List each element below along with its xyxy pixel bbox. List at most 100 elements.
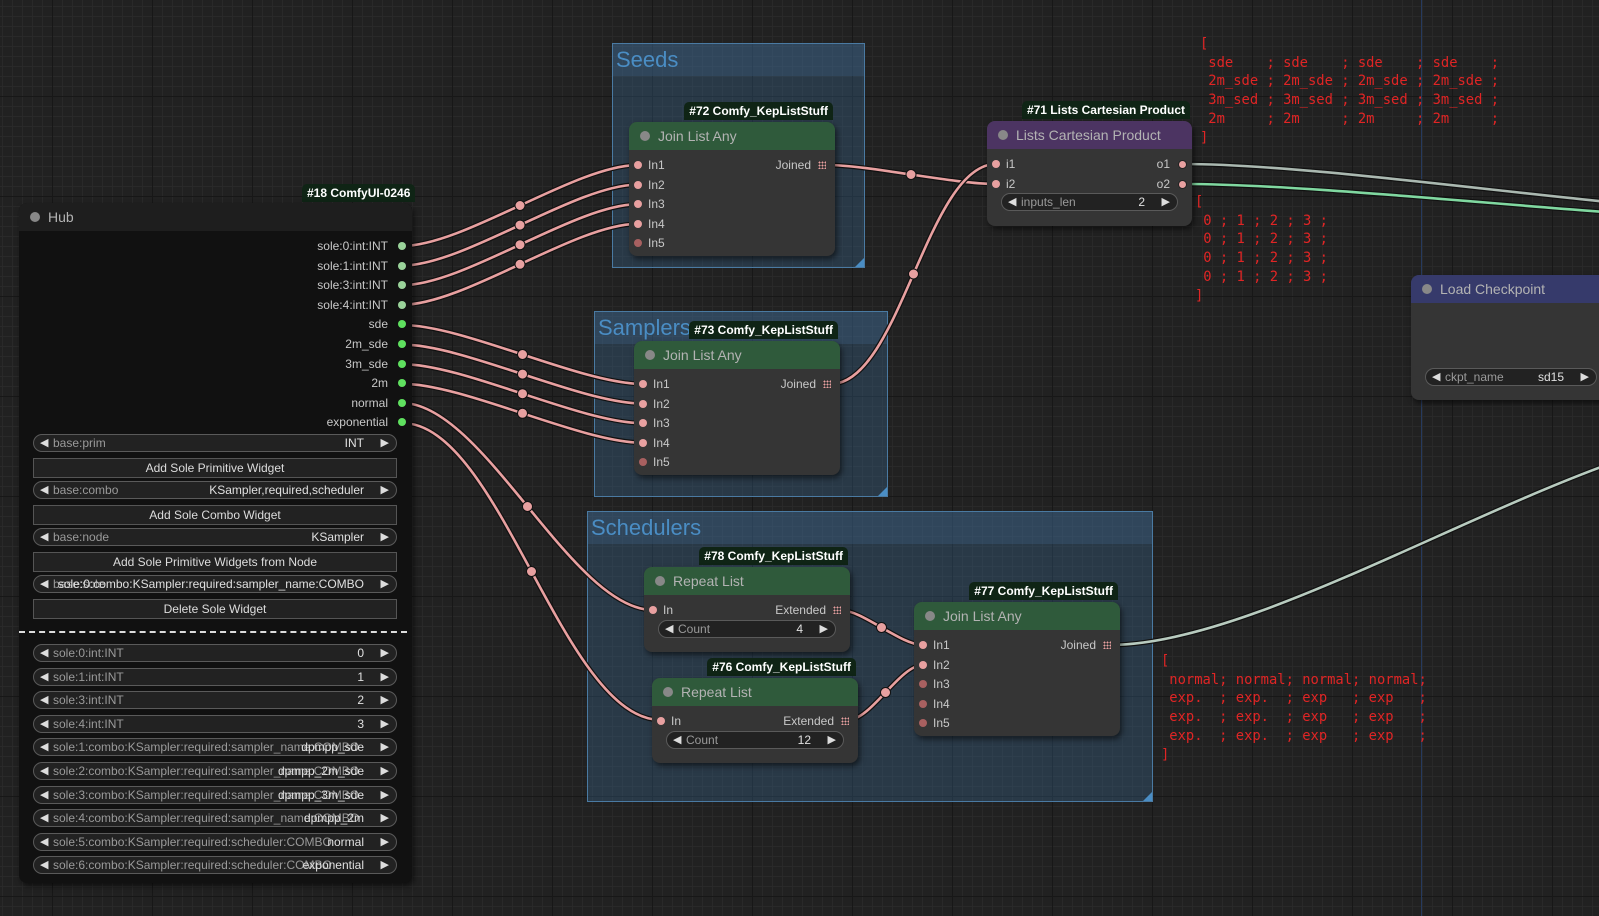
input-dot-icon[interactable] <box>634 161 642 169</box>
node-title-bar[interactable]: Hub <box>19 203 412 231</box>
collapse-dot-icon[interactable] <box>30 212 40 222</box>
link-midpoint-handle[interactable] <box>514 219 526 231</box>
link-samplers-to-cartesian[interactable] <box>830 161 997 387</box>
increment-arrow-icon[interactable]: ▶ <box>381 834 389 850</box>
input-dot-icon[interactable] <box>657 717 665 725</box>
increment-arrow-icon[interactable]: ▶ <box>1162 194 1170 210</box>
link-midpoint-handle[interactable] <box>880 687 891 698</box>
output-dot-icon[interactable] <box>398 261 406 270</box>
widget-7[interactable]: ◀ sole:4:combo:KSampler:required:sampler_… <box>33 809 397 828</box>
widget-8[interactable]: ◀ sole:5:combo:KSampler:required:schedule… <box>33 832 397 851</box>
list-output-grid-icon[interactable] <box>841 717 849 725</box>
node-title-bar[interactable]: Repeat List <box>652 678 858 706</box>
node-title-bar[interactable]: Lists Cartesian Product <box>987 121 1192 149</box>
increment-arrow-icon[interactable]: ▶ <box>381 739 389 755</box>
link-hub-seed-0[interactable] <box>401 162 639 249</box>
collapse-dot-icon[interactable] <box>640 131 650 141</box>
decrement-arrow-icon[interactable]: ◀ <box>665 621 673 637</box>
output-dot-icon[interactable] <box>398 300 406 309</box>
decrement-arrow-icon[interactable]: ◀ <box>1432 369 1440 385</box>
input-dot-icon[interactable] <box>639 380 647 388</box>
decrement-arrow-icon[interactable]: ◀ <box>40 739 48 755</box>
link-path[interactable] <box>1109 430 1599 647</box>
increment-arrow-icon[interactable]: ▶ <box>381 787 389 803</box>
hub-action-button[interactable]: Add Sole Primitive Widgets from Node <box>33 552 397 572</box>
list-output-grid-icon[interactable] <box>1103 641 1111 649</box>
decrement-arrow-icon[interactable]: ◀ <box>40 834 48 850</box>
input-dot-icon[interactable] <box>639 399 647 408</box>
link-midpoint-handle[interactable] <box>514 200 526 211</box>
increment-arrow-icon[interactable]: ▶ <box>381 435 389 451</box>
decrement-arrow-icon[interactable]: ◀ <box>40 669 48 685</box>
decrement-arrow-icon[interactable]: ◀ <box>1008 194 1016 210</box>
input-dot-icon[interactable] <box>919 719 927 728</box>
node-hub[interactable]: Hub sole:0:int:INT sole:1:int:INT sole:3:in… <box>19 203 412 883</box>
widget-1[interactable]: ◀ sole:1:int:INT 1 ▶ <box>33 667 397 686</box>
decrement-arrow-icon[interactable]: ◀ <box>40 529 48 545</box>
widget-2[interactable]: ◀ base:combo KSampler,required,scheduler ▶ <box>33 481 397 499</box>
increment-arrow-icon[interactable]: ▶ <box>820 621 828 637</box>
node-n77[interactable]: Join List Any In1 In2 In3 In4 In5 Joined <box>914 602 1120 736</box>
input-dot-icon[interactable] <box>634 180 642 189</box>
increment-arrow-icon[interactable]: ▶ <box>828 732 836 748</box>
input-dot-icon[interactable] <box>649 606 657 614</box>
input-dot-icon[interactable] <box>992 179 1000 188</box>
node-n72[interactable]: Join List Any In1 In2 In3 In4 In5 Joined <box>629 122 835 256</box>
output-dot-icon[interactable] <box>1178 160 1187 169</box>
increment-arrow-icon[interactable]: ▶ <box>381 692 389 708</box>
node-title-bar[interactable]: Join List Any <box>634 341 840 369</box>
widget-4[interactable]: ◀ base:node KSampler ▶ <box>33 528 397 546</box>
input-dot-icon[interactable] <box>634 200 642 209</box>
increment-arrow-icon[interactable]: ▶ <box>381 763 389 779</box>
link-midpoint-handle[interactable] <box>517 407 528 419</box>
input-dot-icon[interactable] <box>639 438 647 447</box>
input-dot-icon[interactable] <box>919 699 927 708</box>
decrement-arrow-icon[interactable]: ◀ <box>40 482 48 498</box>
node-n73[interactable]: Join List Any In1 In2 In3 In4 In5 Joined <box>634 341 840 475</box>
increment-arrow-icon[interactable]: ▶ <box>381 529 389 545</box>
increment-arrow-icon[interactable]: ▶ <box>381 669 389 685</box>
collapse-dot-icon[interactable] <box>1422 284 1432 294</box>
hub-action-button[interactable]: Delete Sole Widget <box>33 599 397 619</box>
increment-arrow-icon[interactable]: ▶ <box>381 810 389 826</box>
node-title-bar[interactable]: Repeat List <box>644 567 850 595</box>
link-midpoint-handle[interactable] <box>908 268 919 280</box>
decrement-arrow-icon[interactable]: ◀ <box>40 576 48 592</box>
widget-6[interactable]: ◀ sole:3:combo:KSampler:required:sampler_… <box>33 785 397 804</box>
link-midpoint-handle[interactable] <box>876 622 887 633</box>
link-midpoint-handle[interactable] <box>517 388 528 400</box>
widget-9[interactable]: ◀ sole:6:combo:KSampler:required:schedule… <box>33 856 397 875</box>
widget-5[interactable]: ◀ sole:2:combo:KSampler:required:sampler_… <box>33 762 397 780</box>
input-dot-icon[interactable] <box>919 660 927 669</box>
output-dot-icon[interactable] <box>398 281 406 290</box>
list-output-grid-icon[interactable] <box>818 161 826 169</box>
link-repeat78-to-join[interactable] <box>839 607 924 648</box>
collapse-dot-icon[interactable] <box>645 350 655 360</box>
widget-4[interactable]: ◀ sole:1:combo:KSampler:required:sampler_… <box>33 738 397 757</box>
widget-widget[interactable]: ◀ ckpt_name sd15 ▶ <box>1425 368 1597 386</box>
increment-arrow-icon[interactable]: ▶ <box>381 857 389 873</box>
increment-arrow-icon[interactable]: ▶ <box>381 482 389 498</box>
link-hub-normal[interactable] <box>401 400 654 613</box>
link-hub-exponential[interactable] <box>401 420 662 723</box>
decrement-arrow-icon[interactable]: ◀ <box>40 810 48 826</box>
collapse-dot-icon[interactable] <box>655 576 665 586</box>
link-midpoint-handle[interactable] <box>517 368 528 380</box>
link-hub-seed-1[interactable] <box>401 182 639 269</box>
decrement-arrow-icon[interactable]: ◀ <box>40 435 48 451</box>
decrement-arrow-icon[interactable]: ◀ <box>40 645 48 661</box>
link-hub-seed-3[interactable] <box>401 221 639 308</box>
list-output-grid-icon[interactable] <box>833 606 841 614</box>
collapse-dot-icon[interactable] <box>925 611 935 621</box>
widget-widget[interactable]: ◀ Count 12 ▶ <box>666 730 844 749</box>
widget-2[interactable]: ◀ sole:3:int:INT 2 ▶ <box>33 691 397 710</box>
collapse-dot-icon[interactable] <box>663 687 673 697</box>
output-dot-icon[interactable] <box>398 359 406 368</box>
input-dot-icon[interactable] <box>919 680 927 689</box>
link-midpoint-handle[interactable] <box>905 169 917 180</box>
link-schedulers-out[interactable] <box>1109 430 1599 648</box>
output-dot-icon[interactable] <box>1178 179 1187 189</box>
widget-widget[interactable]: ◀ inputs_len 2 ▶ <box>1001 193 1178 212</box>
input-dot-icon[interactable] <box>639 419 647 428</box>
widget-widget[interactable]: ◀ Count 4 ▶ <box>658 619 836 638</box>
